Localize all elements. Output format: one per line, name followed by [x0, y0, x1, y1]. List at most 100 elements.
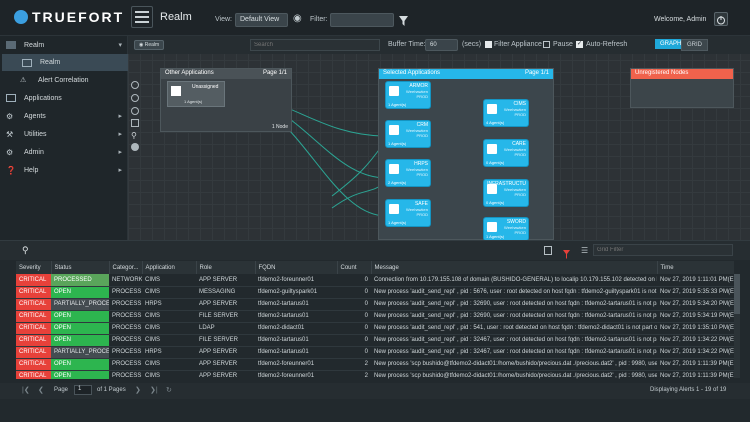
welcome-text: Welcome, Admin [654, 16, 707, 23]
node-agents: 0 Agent(s) [486, 200, 505, 205]
sidebar-item-applications[interactable]: Applications [0, 90, 128, 106]
col-role[interactable]: Role [196, 261, 256, 274]
refresh-icon[interactable]: ↻ [166, 386, 172, 394]
node-agents: 2 Agent(s) [388, 180, 407, 185]
page-label: Page [54, 387, 69, 393]
category-cell: PROCESS [109, 286, 142, 299]
message-cell: New process 'scp bushido@tfdemo2-didact0… [371, 370, 657, 379]
server-icon [389, 204, 399, 214]
chevron-right-icon: ▸ [118, 113, 122, 120]
status-cell: OPEN [51, 322, 109, 335]
app-node-sword[interactable]: SWORD Weehawken PROD 1 Agent(s) [484, 218, 528, 240]
severity-cell: CRITICAL [16, 274, 51, 287]
category-cell: PROCESS [109, 298, 142, 311]
message-cell: New process 'audit_send_repl' , pid : 32… [371, 310, 657, 323]
col-status[interactable]: Status [51, 261, 110, 274]
table-scrollbar[interactable] [734, 274, 740, 378]
wrench-icon: ⚒ [6, 130, 14, 139]
col-count[interactable]: Count [337, 261, 372, 274]
applications-icon [6, 94, 16, 102]
other-applications-group[interactable]: Other Applications Page 1/1 Unassigned 1 … [160, 68, 292, 132]
hamburger-icon [135, 11, 149, 23]
sidebar-item-alert-correlation[interactable]: ⚠ Alert Correlation [0, 72, 128, 88]
node-agents: 1 Agent(s) [388, 141, 407, 146]
chevron-right-icon: ▸ [118, 131, 122, 138]
page-number-input[interactable]: 1 [74, 385, 92, 395]
view-select[interactable]: Default View [235, 13, 288, 27]
table-row[interactable]: CRITICAL OPEN PROCESS CIMS LDAP tfdemo2-didac… [16, 322, 734, 335]
col-application[interactable]: Application [142, 261, 197, 274]
trash-icon[interactable] [544, 246, 552, 255]
message-cell: New process 'audit_send_repl' , pid : 56… [371, 286, 657, 299]
monitor-icon [22, 58, 32, 67]
scrollbar-thumb[interactable] [734, 274, 740, 314]
table-row[interactable]: CRITICAL OPEN PROCESS CIMS MESSAGING tfdemo2-… [16, 286, 734, 299]
table-row[interactable]: CRITICAL OPEN PROCESS CIMS APP SERVER tfdemo2… [16, 370, 734, 379]
warning-icon: ⚠ [20, 77, 27, 84]
count-cell: 2 [337, 370, 371, 379]
sidebar-item-label: Applications [24, 94, 62, 102]
severity-cell: CRITICAL [16, 322, 51, 335]
table-row[interactable]: CRITICAL OPEN PROCESS CIMS FILE SERVER tfdemo… [16, 310, 734, 323]
columns-icon[interactable]: ☰ [581, 246, 589, 255]
time-cell: Nov 27, 2019 5:34:19 PM(EST) [657, 310, 734, 323]
fqdn-cell: tfdemo2-guiltyspark01 [255, 286, 337, 299]
category-cell: PROCESS [109, 310, 142, 323]
time-cell: Nov 27, 2019 1:11:39 PM(EST) [657, 358, 734, 371]
application-cell: CIMS [142, 274, 196, 287]
status-cell: OPEN [51, 286, 109, 299]
application-cell: CIMS [142, 358, 196, 371]
chevron-right-icon: ▸ [118, 149, 122, 156]
app-node-cims[interactable]: CIMS Weehawken PROD 4 Agent(s) [484, 100, 528, 126]
brand-logo[interactable]: TRUEFORT [14, 9, 124, 25]
sidebar-item-label: Admin [24, 148, 44, 156]
severity-cell: CRITICAL [16, 298, 51, 311]
message-cell: New process 'scp bushido@tfdemo2-didact0… [371, 358, 657, 371]
app-node-infrastructure[interactable]: INFRASTRUCTU Weehawken PROD 0 Agent(s) [484, 180, 528, 206]
page-title: Realm [160, 11, 192, 23]
table-row[interactable]: CRITICAL OPEN PROCESS CIMS FILE SERVER tfdemo… [16, 334, 734, 347]
next-page-icon[interactable]: ❯ [135, 386, 141, 394]
app-node-safe[interactable]: SAFE Weehawken PROD 1 Agent(s) [386, 200, 430, 226]
sidebar-item-help[interactable]: ❓ Help ▸ [0, 162, 128, 178]
sidebar-item-realm-group[interactable]: Realm ▾ [0, 37, 128, 53]
table-row[interactable]: CRITICAL OPEN PROCESS CIMS APP SERVER tfdemo2… [16, 358, 734, 371]
severity-cell: CRITICAL [16, 358, 51, 371]
unassigned-node[interactable]: Unassigned 1 Agent(s) [167, 81, 225, 107]
time-cell: Nov 27, 2019 1:35:10 PM(EST) [657, 322, 734, 335]
category-cell: PROCESS [109, 334, 142, 347]
first-page-icon[interactable]: |❮ [22, 386, 30, 394]
app-node-armor[interactable]: ARMOR Weehawken PROD 1 Agent(s) [386, 82, 430, 108]
table-row[interactable]: CRITICAL PARTIALLY_PROCE... PROCESS HRPS APP… [16, 298, 734, 311]
sidebar-item-admin[interactable]: ⚙ Admin ▸ [0, 144, 128, 160]
sidebar-item-realm[interactable]: Realm [2, 54, 128, 71]
sidebar-item-agents[interactable]: ⚙ Agents ▸ [0, 108, 128, 124]
filter-clear-icon[interactable] [563, 246, 570, 259]
app-node-care[interactable]: CARE Weehawken PROD 0 Agent(s) [484, 140, 528, 166]
unregistered-nodes-group[interactable]: Unregistered Nodes [630, 68, 734, 108]
group-title: Selected Applications [383, 70, 441, 76]
col-category[interactable]: Categor... [109, 261, 143, 274]
col-time[interactable]: Time [657, 261, 734, 274]
table-row[interactable]: CRITICAL PARTIALLY_PROCE... PROCESS HRPS APP… [16, 346, 734, 359]
binoculars-icon[interactable]: ◉ [293, 13, 305, 25]
table-row[interactable]: CRITICAL PROCESSED NETWORK CIMS APP SERVER tf… [16, 274, 734, 287]
col-severity[interactable]: Severity [16, 261, 52, 274]
sidebar-item-utilities[interactable]: ⚒ Utilities ▸ [0, 126, 128, 142]
filter-input[interactable] [330, 13, 394, 27]
app-node-crm[interactable]: CRM Weehawken PROD 1 Agent(s) [386, 121, 430, 147]
application-cell: CIMS [142, 334, 196, 347]
role-cell: FILE SERVER [196, 334, 255, 347]
time-cell: Nov 27, 2019 1:11:39 PM(EST) [657, 370, 734, 379]
power-button[interactable] [714, 12, 728, 26]
grid-filter-input[interactable] [593, 244, 733, 256]
col-message[interactable]: Message [371, 261, 658, 274]
prev-page-icon[interactable]: ❮ [38, 386, 44, 394]
col-fqdn[interactable]: FQDN [255, 261, 338, 274]
funnel-icon[interactable] [399, 13, 408, 26]
fqdn-cell: tfdemo2-tartarus01 [255, 334, 337, 347]
app-node-hrps[interactable]: HRPS Weehawken PROD 2 Agent(s) [386, 160, 430, 186]
last-page-icon[interactable]: ❯| [150, 386, 158, 394]
search-icon[interactable]: ⚲ [22, 245, 29, 256]
alerts-table-wrapper: Severity Status Categor... Application R… [16, 261, 734, 379]
